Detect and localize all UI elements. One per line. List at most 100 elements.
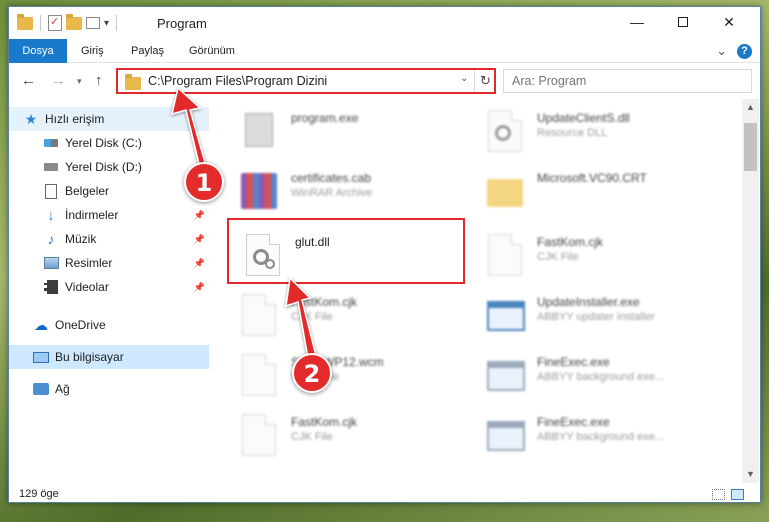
quick-access-toolbar: ▾ [17,13,120,31]
list-item-glut-dll[interactable]: glut.dll [239,229,479,285]
back-arrow-icon[interactable]: ← [21,72,36,89]
file-name: glut.dll [295,235,330,249]
list-item[interactable]: SmartWP12.wcm WCM File [235,349,475,405]
thumbnail [235,107,283,155]
list-item[interactable]: FineExec.exe ABBYY background exe... [481,409,721,465]
music-icon: ♪ [47,231,55,247]
tab-view[interactable]: Görünüm [177,39,247,63]
sidebar-item-documents[interactable]: Belgeler 📌 [9,179,209,203]
tab-file[interactable]: Dosya [9,39,67,63]
file-type: ABBYY background exe... [537,431,664,443]
large-icons-view-icon[interactable] [731,489,744,500]
list-item[interactable]: FineExec.exe ABBYY background exe... [481,349,721,405]
sidebar-item-downloads[interactable]: ↓ İndirmeler 📌 [9,203,209,227]
sidebar-item-music[interactable]: ♪ Müzik 📌 [9,227,209,251]
scroll-up-icon[interactable]: ▲ [742,99,759,116]
file-name: certificates.cab [291,171,372,185]
navigation-bar: ← → ▾ ↑ C:\Program Files\Program Dizini … [9,64,760,98]
file-type: CJK File [291,431,333,443]
file-name: UpdateInstaller.exe [537,295,640,309]
address-path[interactable]: C:\Program Files\Program Dizini [148,74,327,88]
up-arrow-icon[interactable]: ↑ [95,72,103,89]
view-options-icon[interactable] [86,17,100,29]
file-name: FastKom.cjk [291,295,358,309]
star-icon: ★ [24,110,38,127]
forward-arrow-icon[interactable]: → [51,72,66,89]
address-bar[interactable]: C:\Program Files\Program Dizini ⌄ ↻ [117,69,495,93]
file-type: CJK File [291,311,333,323]
close-button[interactable]: ✕ [706,7,752,37]
tab-share[interactable]: Paylaş [119,39,176,63]
help-icon[interactable]: ? [737,43,752,59]
pin-icon: 📌 [193,281,205,292]
list-item[interactable]: UpdateClientS.dll Resource DLL [481,105,721,161]
address-dropdown-icon[interactable]: ⌄ [460,73,468,84]
sidebar-item-this-pc[interactable]: Bu bilgisayar [9,345,209,369]
refresh-icon[interactable]: ↻ [474,70,496,92]
new-folder-icon[interactable] [66,13,82,30]
gear-icon [495,125,511,141]
sidebar-item-onedrive[interactable]: ☁ OneDrive [9,313,209,337]
sidebar-item-disk-c[interactable]: Yerel Disk (C:) [9,131,209,155]
pin-icon: 📌 [193,209,205,220]
sidebar-item-videos[interactable]: Videolar 📌 [9,275,209,299]
thumbnail [235,167,283,215]
step-2-badge: 2 [292,353,332,393]
details-view-icon[interactable] [712,489,725,500]
sidebar-item-network[interactable]: Ağ [9,377,209,401]
list-item[interactable]: program.exe [235,105,475,161]
folder-icon [125,74,141,90]
thumbnail [481,231,529,279]
properties-icon[interactable] [48,15,62,31]
thumbnail [239,231,287,279]
list-item[interactable]: Microsoft.VC90.CRT [481,165,721,221]
list-item[interactable]: certificates.cab WinRAR Archive [235,165,475,221]
sidebar-item-label: İndirmeler [65,208,119,222]
thumbnail [235,351,283,399]
file-name: FineExec.exe [537,355,610,369]
thumbnail [481,411,529,459]
file-name: FastKom.cjk [537,235,604,249]
scroll-down-icon[interactable]: ▼ [742,466,759,483]
folder-icon [487,179,523,207]
file-name: program.exe [291,111,359,125]
file-icon [242,414,276,456]
scroll-thumb[interactable] [744,123,757,171]
step-1-badge: 1 [184,162,224,202]
vertical-scrollbar[interactable]: ▲ ▼ [742,99,759,483]
qat-dropdown-icon[interactable]: ▾ [104,18,109,29]
list-item[interactable]: FastKom.cjk CJK File [235,289,475,345]
thumbnail [235,291,283,339]
pictures-icon [43,257,59,269]
drive-icon [44,139,58,147]
list-item[interactable]: FastKom.cjk CJK File [481,229,721,285]
application-icon [487,361,525,391]
maximize-button[interactable] [660,7,706,37]
sidebar-item-quick-access[interactable]: ★ Hızlı erişim [9,107,209,131]
navigation-pane: ★ Hızlı erişim Yerel Disk (C:) Yerel Dis… [9,99,209,479]
file-list: program.exe UpdateClientS.dll Resource D… [211,99,743,479]
ribbon-expand-icon[interactable]: ⌄ [716,43,727,59]
search-input[interactable] [503,69,752,93]
thumbnail [481,351,529,399]
thumbnail [481,107,529,155]
thumbnail [235,411,283,459]
list-item[interactable]: FastKom.cjk CJK File [235,409,475,465]
cloud-icon: ☁ [34,316,48,333]
drive-icon [44,163,58,171]
sidebar-item-label: Belgeler [65,184,110,198]
file-name: FastKom.cjk [291,415,358,429]
toolbar-separator [40,15,41,31]
status-bar: 129 öge [9,485,760,502]
recent-locations-icon[interactable]: ▾ [77,76,82,87]
tab-home[interactable]: Giriş [69,39,116,63]
title-bar: ▾ Program — ✕ [9,7,760,39]
sidebar-item-disk-d[interactable]: Yerel Disk (D:) [9,155,209,179]
sidebar-item-pictures[interactable]: Resimler 📌 [9,251,209,275]
minimize-button[interactable]: — [614,7,660,37]
sidebar-item-label: Resimler [65,256,113,270]
application-icon [487,421,525,451]
list-item[interactable]: UpdateInstaller.exe ABBYY updater instal… [481,289,721,345]
ribbon-tabs: Dosya Giriş Paylaş Görünüm ⌄ ? [9,39,760,63]
toolbar-separator [116,15,118,31]
